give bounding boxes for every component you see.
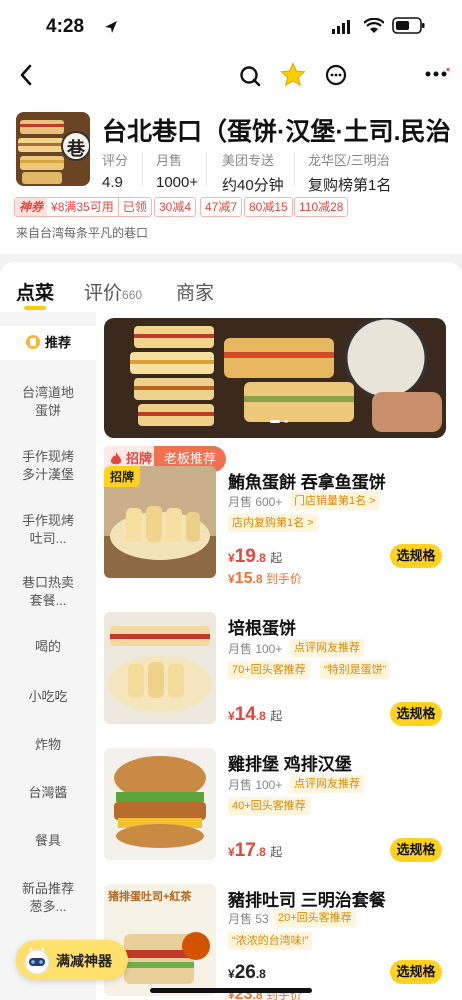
discount-tag: 30减4 [154,197,197,217]
dish-tag[interactable]: 40+回头客推荐 [228,797,310,815]
select-spec-button[interactable]: 选规格 [390,544,442,568]
tab-reviews[interactable]: 评价660 [84,278,142,305]
dish-tag[interactable]: 点评网友推荐 [290,639,364,657]
cellular-signal-icon [332,20,350,34]
battery-icon [392,17,425,34]
nav-bar: 拼单 [0,52,462,140]
dish-tag[interactable]: 20+回头客推荐 [274,909,356,927]
home-indicator [150,988,312,993]
sidebar-item-sauces[interactable]: 台灣醬 [0,784,96,802]
discount-helper-label: 满减神器 [56,953,112,969]
coupon-amount: ¥8满35可用 [51,200,114,214]
menu-content: 招牌 老板推荐 招牌 鮪魚蛋餅 吞拿鱼蛋饼 月售 600+ 门店销量第1名 > … [96,312,462,1000]
back-icon[interactable] [18,64,34,86]
dish-price: ¥26.8 [228,962,266,983]
tab-order[interactable]: 点菜 [16,278,54,305]
select-spec-button[interactable]: 选规格 [390,960,442,984]
dish-tag[interactable]: 点评网友推荐 [290,775,364,793]
dish-sales: 月售 100+ [228,642,283,656]
shop-title: 台北巷口（蛋饼·汉堡·土司.民治 [102,118,451,146]
favorite-star-icon[interactable] [280,62,306,88]
dish-sales: 月售 53 [228,912,269,926]
stat-divider [206,152,207,186]
shop-logo[interactable]: 巷 [16,112,90,186]
sidebar-item-taiwan-egg-pancake[interactable]: 台湾道地蛋饼 [0,384,96,420]
dish-name[interactable]: 豬排吐司 三明治套餐 [228,886,386,911]
discount-tag: 47减7 [200,197,243,217]
status-time: 4:28 [46,16,85,37]
dish-tag[interactable]: “特别是蛋饼” [320,661,391,679]
sidebar-item-utensils[interactable]: 餐具 [0,832,96,850]
dish-image-caption: 猪排蛋吐司+紅茶 [108,891,192,903]
more-icon[interactable] [424,68,450,80]
dish-sales: 月售 100+ [228,778,283,792]
sidebar-item-burgers[interactable]: 手作现烤多汁漢堡 [0,448,96,484]
sidebar-item-drinks[interactable]: 喝的 [0,638,96,656]
dish-image[interactable] [104,612,216,724]
message-icon[interactable] [324,63,348,87]
location-arrow-icon [105,21,117,33]
shop-description: 来自台湾每条平凡的巷口 [16,226,149,240]
dish-price: ¥19.8 起 [228,546,283,567]
category-sidebar: 推荐 台湾道地蛋饼 手作现烤多汁漢堡 手作现烤吐司... 巷口热卖套餐... 喝… [0,312,96,1000]
dish-name[interactable]: 鮪魚蛋餅 吞拿鱼蛋饼 [228,468,386,493]
stat-delivery: 美团专送 约40分钟 [222,153,284,194]
coupon-tag: 神券 [15,198,48,216]
dish-image[interactable]: 招牌 [104,466,216,578]
dish-tag[interactable]: 门店销量第1名 > [290,492,380,510]
stat-divider [142,152,143,186]
tab-active-indicator [24,306,46,310]
stat-divider [294,152,295,186]
discount-tag: 80减15 [244,197,293,217]
shop-header: 巷 台北巷口（蛋饼·汉堡·土司.民治 评分 4.9 月售 1000+ 美团专送 … [0,100,462,254]
select-spec-button[interactable]: 选规格 [390,838,442,862]
status-bar: 4:28 [0,0,462,52]
sidebar-item-combos[interactable]: 巷口热卖套餐... [0,574,96,610]
stat-monthly-sales: 月售 1000+ [156,153,199,191]
coupon-badge[interactable]: 神券 ¥8满35可用 已领 [14,197,152,217]
discount-tag: 110减28 [294,197,349,217]
dish-image[interactable] [104,748,216,860]
dish-price: ¥17.8 起 [228,840,283,861]
dish-tag[interactable]: 店内复购第1名 > [228,514,318,532]
promo-banner[interactable] [104,318,446,438]
tab-bar: 点菜 评价660 商家 [0,262,462,312]
sidebar-item-new[interactable]: 新品推荐葱多... [0,880,96,916]
dish-tag[interactable]: “浓浓的台湾味!” [228,932,313,950]
select-spec-button[interactable]: 选规格 [390,702,442,726]
fire-icon [110,452,122,465]
dish-tag[interactable]: 70+回头客推荐 [228,661,310,679]
wifi-icon [364,18,384,33]
dish-name[interactable]: 培根蛋饼 [228,614,296,639]
signature-corner-badge: 招牌 [104,466,141,487]
coupon-status: 已领 [117,198,151,216]
robot-mascot-icon [24,946,50,975]
dish-image[interactable]: 猪排蛋吐司+紅茶 [104,884,216,996]
stat-rating: 评分 4.9 [102,153,129,191]
logo-text: 巷 [67,139,85,159]
sidebar-item-snacks[interactable]: 小吃吃 [0,688,96,706]
stat-ranking[interactable]: 龙华区/三明治 复购榜第1名 [308,150,391,195]
dish-name[interactable]: 雞排堡 鸡排汉堡 [228,750,352,775]
dish-price: ¥14.8 起 [228,704,283,725]
sidebar-item-toast[interactable]: 手作现烤吐司... [0,512,96,548]
search-icon[interactable] [238,64,262,88]
sidebar-item-fried[interactable]: 炸物 [0,736,96,754]
dish-final-price: ¥15.8 到手价 [228,570,302,587]
dish-sales: 月售 600+ [228,495,283,509]
tab-merchant[interactable]: 商家 [176,278,214,305]
sidebar-item-recommended[interactable]: 推荐 [0,326,96,360]
recommend-icon [25,335,40,349]
review-count: 660 [122,288,143,302]
discount-helper-button[interactable]: 满减神器 [16,940,128,980]
